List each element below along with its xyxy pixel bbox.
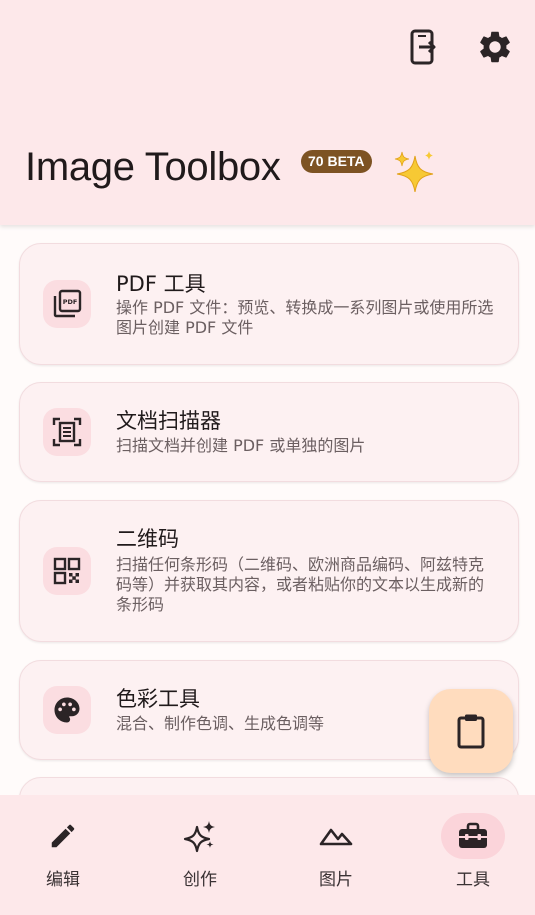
paste-from-clipboard-fab[interactable]: [429, 689, 513, 773]
top-app-bar: Image Toolbox 70 BETA: [0, 0, 535, 225]
nav-item-images[interactable]: 图片: [286, 813, 386, 893]
tool-card-qr-code[interactable]: 二维码 扫描任何条形码（二维码、欧洲商品编码、阿兹特克码等）并获取其内容，或者粘…: [19, 500, 519, 642]
pencil-icon: [51, 824, 75, 848]
tool-card-partial[interactable]: [19, 777, 519, 795]
version-badge: 70 BETA: [301, 150, 372, 173]
nav-pill: [304, 813, 368, 859]
nav-item-edit[interactable]: 编辑: [13, 813, 113, 893]
nav-label: 编辑: [46, 870, 80, 890]
tool-card-document-scanner[interactable]: 文档扫描器 扫描文档并创建 PDF 或单独的图片: [19, 382, 519, 482]
nav-label: 图片: [319, 870, 353, 890]
app-title: Image Toolbox: [25, 145, 281, 189]
palette-icon-container: [43, 686, 91, 734]
bottom-navigation: 编辑 创作 图片 工具: [0, 795, 535, 915]
nav-label: 工具: [456, 870, 490, 890]
tool-card-title: 色彩工具: [116, 687, 200, 711]
tool-card-pdf[interactable]: PDF PDF 工具 操作 PDF 文件：预览、转换成一系列图片或使用所选图片创…: [19, 243, 519, 365]
sparkles-icon: [183, 821, 215, 853]
sparkles-icon: [393, 150, 437, 196]
document-scanner-icon: [52, 417, 82, 447]
palette-icon: [54, 697, 80, 723]
svg-text:PDF: PDF: [63, 298, 78, 306]
clipboard-icon: [457, 714, 485, 749]
nav-pill-active: [441, 813, 505, 859]
nav-item-tools[interactable]: 工具: [423, 813, 523, 893]
landscape-icon: [319, 828, 353, 846]
nav-pill: [31, 813, 95, 859]
gear-icon: [480, 31, 510, 63]
pdf-icon: PDF: [53, 289, 82, 318]
tool-card-title: PDF 工具: [116, 272, 206, 296]
qr-code-icon: [53, 557, 81, 585]
share-button[interactable]: [401, 25, 445, 69]
tool-card-description: 扫描文档并创建 PDF 或单独的图片: [116, 436, 366, 455]
tool-card-title: 文档扫描器: [116, 409, 221, 433]
nav-pill: [168, 813, 232, 859]
toolbox-icon: [459, 822, 487, 848]
tool-card-description: 扫描任何条形码（二维码、欧洲商品编码、阿兹特克码等）并获取其内容，或者粘贴你的文…: [116, 555, 485, 614]
tool-card-title: 二维码: [116, 527, 179, 551]
tool-card-description: 操作 PDF 文件：预览、转换成一系列图片或使用所选图片创建 PDF 文件: [116, 298, 494, 337]
settings-button[interactable]: [473, 25, 517, 69]
qr-code-icon-container: [43, 547, 91, 595]
phone-share-icon: [410, 29, 436, 65]
nav-label: 创作: [183, 870, 217, 890]
app-title-row: Image Toolbox: [25, 145, 281, 190]
pdf-icon-container: PDF: [43, 280, 91, 328]
nav-item-create[interactable]: 创作: [150, 813, 250, 893]
document-scanner-icon-container: [43, 408, 91, 456]
